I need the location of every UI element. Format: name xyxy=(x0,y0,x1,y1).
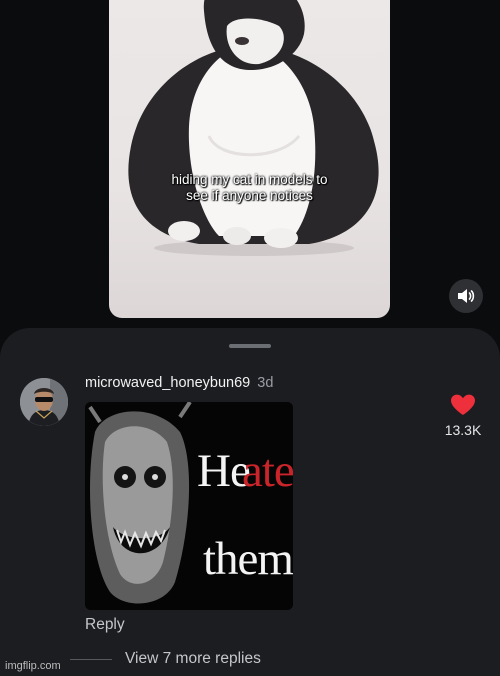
caption-line-1: hiding my cat in models to xyxy=(171,172,328,187)
comment-image[interactable]: He ate them xyxy=(85,402,293,610)
user-avatar-image xyxy=(20,378,68,426)
comment-timestamp: 3d xyxy=(257,375,274,391)
watermark: imgflip.com xyxy=(5,660,61,672)
view-more-replies-button[interactable]: View 7 more replies xyxy=(125,650,261,668)
sheet-drag-handle[interactable] xyxy=(229,344,271,348)
video-player[interactable]: hiding my cat in models to see if anyone… xyxy=(109,0,390,318)
heart-icon xyxy=(451,394,475,415)
cat-video-frame xyxy=(128,0,379,256)
like-count: 13.3K xyxy=(444,422,482,438)
speaker-icon xyxy=(458,289,475,303)
meme-word-them: them xyxy=(203,533,293,585)
video-caption: hiding my cat in models to see if anyone… xyxy=(109,172,390,204)
sound-toggle-button[interactable] xyxy=(449,279,483,313)
comments-sheet: microwaved_honeybun69 3d He ate them Rep… xyxy=(0,328,500,676)
reply-button[interactable]: Reply xyxy=(85,616,125,634)
meme-word-ate: ate xyxy=(242,445,293,497)
avatar[interactable] xyxy=(20,378,68,426)
like-button[interactable] xyxy=(450,394,476,416)
comment-header: microwaved_honeybun69 3d xyxy=(85,375,273,391)
caption-line-2: see if anyone notices xyxy=(186,188,313,203)
replies-divider xyxy=(70,659,112,660)
comment-username[interactable]: microwaved_honeybun69 xyxy=(85,375,250,391)
